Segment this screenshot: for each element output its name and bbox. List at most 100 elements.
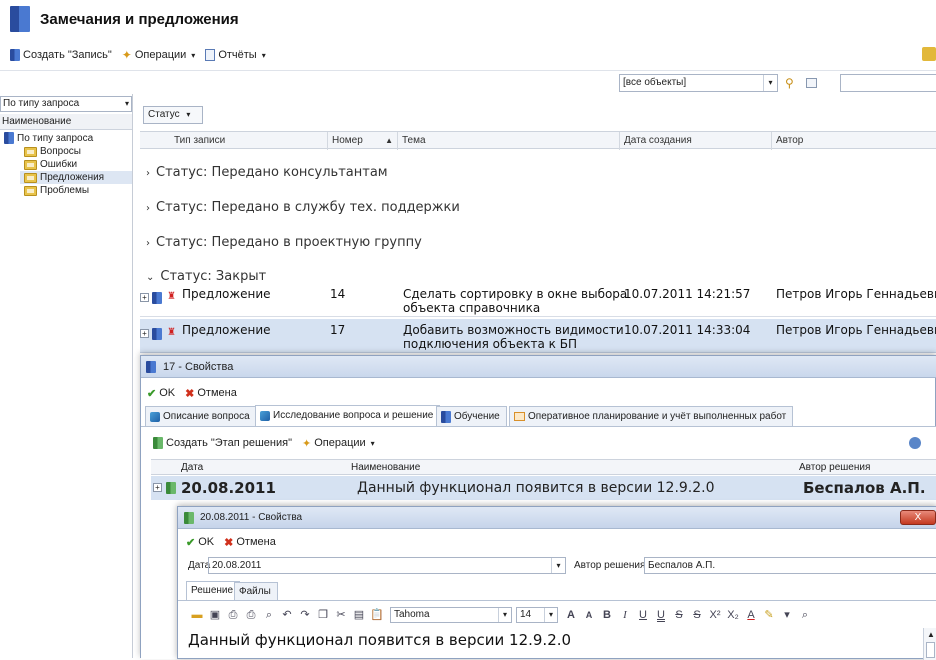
cell-topic: Сделать сортировку в окне выбора	[403, 287, 628, 301]
tab-planning[interactable]: Оперативное планирование и учёт выполнен…	[509, 406, 794, 426]
table-row[interactable]: + ♜ Предложение 17 Добавить возможность …	[140, 319, 936, 353]
folder-icon	[24, 159, 37, 170]
tab-files[interactable]: Файлы	[234, 582, 278, 600]
ok-button[interactable]: ✔ OK	[147, 387, 175, 400]
cell-author: Петров Игорь Геннадьевич	[776, 287, 936, 301]
undo-icon[interactable]: ↶	[280, 609, 294, 622]
list-icon[interactable]	[806, 78, 817, 88]
user-icon[interactable]	[909, 437, 921, 449]
wand-icon: ✦	[121, 48, 132, 62]
cancel-button[interactable]: ✖ Отмена	[185, 387, 237, 400]
tree-root[interactable]: По типу запроса	[4, 132, 93, 144]
date-field[interactable]: 20.08.2011 ▾	[208, 557, 566, 574]
col-created[interactable]: Дата создания	[620, 132, 772, 150]
scroll-thumb[interactable]	[926, 642, 935, 658]
grow-font-icon[interactable]: A	[564, 609, 578, 622]
bold-icon[interactable]: B	[600, 609, 614, 622]
group-row[interactable]: ⌄ Статус: Закрыт	[146, 269, 266, 284]
col-topic[interactable]: Тема	[398, 132, 620, 150]
font-size-select[interactable]: 14 ▾	[516, 607, 558, 623]
print-preview-icon[interactable]: ⎙	[244, 609, 258, 622]
redo-icon[interactable]: ↷	[298, 609, 312, 622]
tree-item-problems[interactable]: Проблемы	[24, 185, 89, 196]
expand-icon[interactable]: +	[140, 293, 149, 302]
reports-menu[interactable]: Отчёты ▾	[205, 49, 266, 61]
window-titlebar[interactable]: 20.08.2011 - Свойства X	[178, 507, 936, 529]
tab-description[interactable]: Описание вопроса	[145, 406, 257, 426]
left-column-header: Наименование	[0, 114, 132, 130]
double-underline-icon[interactable]: U	[654, 609, 668, 622]
group-by-button[interactable]: Статус ▾	[143, 106, 203, 124]
subscript-icon[interactable]: X₂	[726, 609, 740, 622]
editor-scrollbar[interactable]: ▲	[923, 628, 936, 660]
tree-item-questions[interactable]: Вопросы	[24, 146, 81, 157]
expand-icon[interactable]: +	[140, 329, 149, 338]
cell-topic-line2: подключения объекта к БП	[403, 337, 577, 351]
table-row[interactable]: + 20.08.2011 Данный функционал появится …	[151, 476, 936, 500]
group-row[interactable]: › Статус: Передано в проектную группу	[146, 235, 422, 250]
app-header: Замечания и предложения	[0, 0, 936, 40]
tree-item-errors[interactable]: Ошибки	[24, 159, 77, 170]
props-toolbar: ✔ OK ✖ Отмена	[147, 384, 247, 402]
table-row[interactable]: + ♜ Предложение 14 Сделать сортировку в …	[140, 283, 936, 317]
group-type-select[interactable]: По типу запроса ▾	[0, 96, 132, 112]
font-color-icon[interactable]: A	[744, 609, 758, 622]
zoom-icon[interactable]: ⌕	[262, 609, 276, 622]
tab-research[interactable]: Исследование вопроса и решение	[255, 405, 441, 426]
col-solution-author[interactable]: Автор решения	[799, 462, 870, 473]
solution-editor[interactable]: Данный функционал появится в версии 12.9…	[188, 628, 923, 660]
page-title: Замечания и предложения	[40, 11, 239, 28]
find-icon[interactable]: ⌕	[798, 609, 812, 622]
chevron-down-icon: ⌄	[146, 272, 155, 283]
create-step-button[interactable]: Создать "Этап решения"	[153, 437, 292, 449]
author-field[interactable]: Беспалов А.П.	[644, 557, 936, 574]
folder-icon	[24, 172, 37, 183]
ok-button[interactable]: ✔ OK	[186, 536, 214, 549]
col-number[interactable]: Номер ▲	[328, 132, 398, 150]
copy-icon[interactable]: ❐	[316, 609, 330, 622]
group-row[interactable]: › Статус: Передано в службу тех. поддержк…	[146, 200, 460, 215]
more-icon[interactable]: ▾	[780, 609, 794, 622]
col-name[interactable]: Наименование	[351, 462, 420, 473]
cell-number: 17	[330, 323, 346, 337]
font-select[interactable]: Tahoma ▾	[390, 607, 512, 623]
col-type[interactable]: Тип записи	[170, 132, 328, 150]
operations-menu[interactable]: ✦ Операции ▾	[302, 437, 375, 450]
search-icon[interactable]: ⚲	[785, 76, 794, 90]
underline-icon[interactable]: U	[636, 609, 650, 622]
highlight-icon[interactable]: ✎	[762, 609, 776, 622]
cell-date: 10.07.2011 14:21:57	[624, 287, 751, 301]
search-input[interactable]	[840, 74, 936, 92]
window-titlebar[interactable]: 17 - Свойства	[141, 356, 936, 378]
open-folder-icon[interactable]: ▬	[190, 609, 204, 622]
chevron-down-icon: ▾	[186, 110, 191, 119]
italic-icon[interactable]: I	[618, 609, 632, 622]
objects-select[interactable]: [все объекты] ▾	[619, 74, 778, 92]
double-strikethrough-icon[interactable]: S	[690, 609, 704, 622]
shrink-font-icon[interactable]: A	[582, 609, 596, 622]
superscript-icon[interactable]: X²	[708, 609, 722, 622]
tab-solution[interactable]: Решение	[186, 581, 241, 600]
cancel-button[interactable]: ✖ Отмена	[224, 536, 276, 549]
col-author[interactable]: Автор	[772, 132, 936, 150]
create-record-button[interactable]: Создать "Запись"	[10, 49, 112, 61]
print-icon[interactable]: ⎙	[226, 609, 240, 622]
book-icon	[4, 132, 14, 144]
step-toolbar: ✔ OK ✖ Отмена	[186, 533, 286, 551]
operations-menu[interactable]: ✦ Операции ▾	[122, 48, 196, 62]
save-icon[interactable]: ▣	[208, 609, 222, 622]
cut-icon[interactable]: ✂	[334, 609, 348, 622]
group-row[interactable]: › Статус: Передано консультантам	[146, 165, 388, 180]
user-icon[interactable]	[922, 47, 936, 61]
paste-icon[interactable]: 📋	[370, 609, 384, 622]
filter-bar: [все объекты] ▾ ⚲	[0, 70, 936, 94]
tree-item-suggestions[interactable]: Предложения	[20, 171, 132, 184]
properties-window: 17 - Свойства ✔ OK ✖ Отмена Описание вопро…	[140, 355, 936, 660]
tab-training[interactable]: Обучение	[436, 406, 507, 426]
paste-special-icon[interactable]: ▤	[352, 609, 366, 622]
strikethrough-icon[interactable]: S	[672, 609, 686, 622]
expand-icon[interactable]: +	[153, 483, 162, 492]
col-date[interactable]: Дата	[181, 462, 203, 473]
book-icon	[152, 292, 162, 304]
close-icon[interactable]: X	[900, 510, 936, 525]
